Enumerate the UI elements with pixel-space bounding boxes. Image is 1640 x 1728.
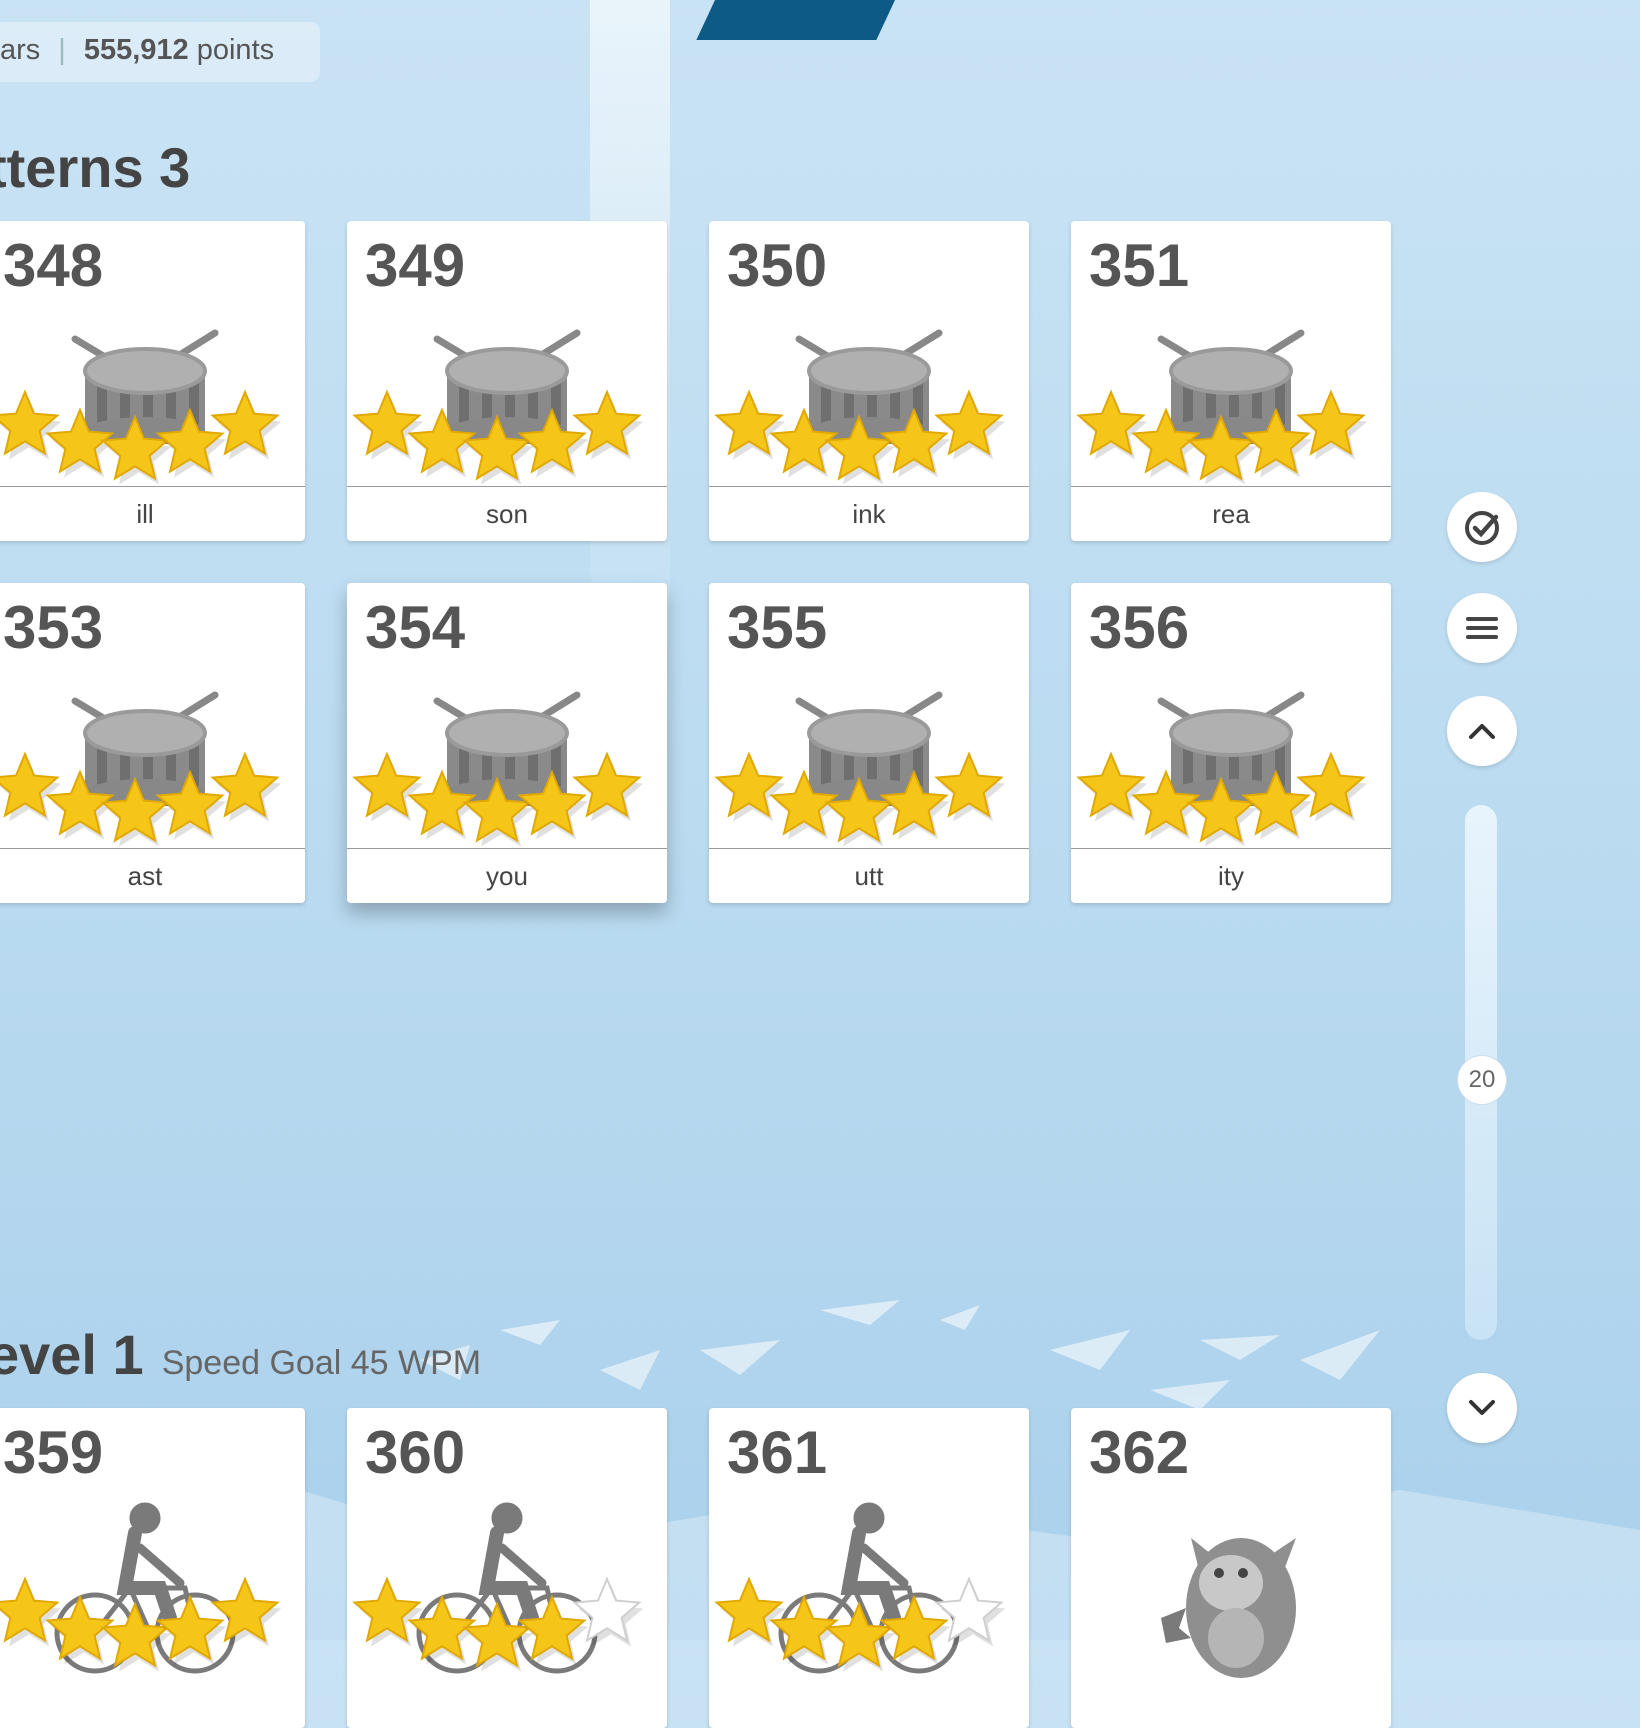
- lesson-number: 348: [3, 232, 104, 299]
- star-filled-icon: [0, 751, 60, 818]
- lesson-art: [1076, 329, 1368, 485]
- lesson-card-348[interactable]: 348 ill: [0, 221, 305, 541]
- lesson-card-350[interactable]: 350 ink: [709, 221, 1029, 541]
- chevron-down-icon: [1469, 1400, 1495, 1415]
- lesson-card-355[interactable]: 355 utt: [709, 583, 1029, 903]
- lesson-word: utt: [709, 848, 1029, 903]
- lesson-card-359[interactable]: 359: [0, 1408, 305, 1728]
- star-filled-icon: [0, 389, 60, 456]
- lesson-word: son: [347, 486, 667, 541]
- lesson-number: 350: [727, 232, 828, 299]
- lesson-card-362[interactable]: 362: [1071, 1408, 1391, 1728]
- lesson-art: [714, 691, 1006, 847]
- lesson-art: [1076, 691, 1368, 847]
- lesson-art: [714, 1502, 1006, 1674]
- stars-label: ars: [0, 34, 41, 66]
- progress-check-button[interactable]: [1447, 492, 1517, 562]
- lesson-art: [0, 691, 282, 847]
- lesson-number: 356: [1089, 594, 1190, 661]
- lesson-art: [714, 329, 1006, 485]
- speed-goal: Speed Goal 45 WPM: [161, 1344, 482, 1382]
- lesson-card-354[interactable]: 354 you: [347, 583, 667, 903]
- lesson-card-351[interactable]: 351 rea: [1071, 221, 1391, 541]
- lesson-word: rea: [1071, 486, 1391, 541]
- lesson-number: 362: [1089, 1419, 1190, 1486]
- speed-level-title: evel 1: [0, 1323, 144, 1386]
- lesson-number: 349: [365, 232, 466, 299]
- scroll-down-button[interactable]: [1447, 1373, 1517, 1443]
- lesson-word: ity: [1071, 848, 1391, 903]
- lesson-word: you: [347, 848, 667, 903]
- hamburger-icon: [1466, 617, 1498, 639]
- check-circle-icon: [1465, 511, 1499, 545]
- lesson-card-361[interactable]: 361: [709, 1408, 1029, 1728]
- points-value: 555,912: [83, 34, 189, 66]
- lesson-number: 355: [727, 594, 828, 661]
- lesson-art: [1161, 1538, 1296, 1678]
- lesson-art: [0, 329, 282, 485]
- lesson-art: [352, 1502, 644, 1674]
- section-title-patterns: tterns 3: [0, 136, 191, 199]
- menu-button[interactable]: [1447, 593, 1517, 663]
- section-title-speed: evel 1 Speed Goal 45 WPM: [0, 1322, 481, 1387]
- level-scroll-thumb[interactable]: 20: [1457, 1055, 1507, 1105]
- lesson-card-349[interactable]: 349 son: [347, 221, 667, 541]
- lesson-word: ill: [0, 486, 305, 541]
- lesson-art: [352, 691, 644, 847]
- lesson-number: 354: [365, 594, 466, 661]
- lesson-card-353[interactable]: 353 ast: [0, 583, 305, 903]
- points-label: points: [196, 34, 275, 66]
- chevron-up-icon: [1469, 724, 1495, 739]
- lesson-number: 359: [3, 1419, 104, 1486]
- creature-icon: [1161, 1538, 1296, 1678]
- lesson-word: ink: [709, 486, 1029, 541]
- lesson-number: 360: [365, 1419, 466, 1486]
- lesson-art: [352, 329, 644, 485]
- lesson-art: [0, 1502, 282, 1674]
- lesson-number: 351: [1089, 232, 1190, 299]
- lesson-card-356[interactable]: 356 ity: [1071, 583, 1391, 903]
- lesson-word: ast: [0, 848, 305, 903]
- mountain-peak-decoration: [696, 0, 914, 40]
- lesson-number: 353: [3, 594, 104, 661]
- star-filled-icon: [0, 1576, 60, 1643]
- lesson-card-360[interactable]: 360: [347, 1408, 667, 1728]
- lesson-number: 361: [727, 1419, 828, 1486]
- stats-text: ars | 555,912 points: [0, 34, 275, 66]
- scroll-up-button[interactable]: [1447, 696, 1517, 766]
